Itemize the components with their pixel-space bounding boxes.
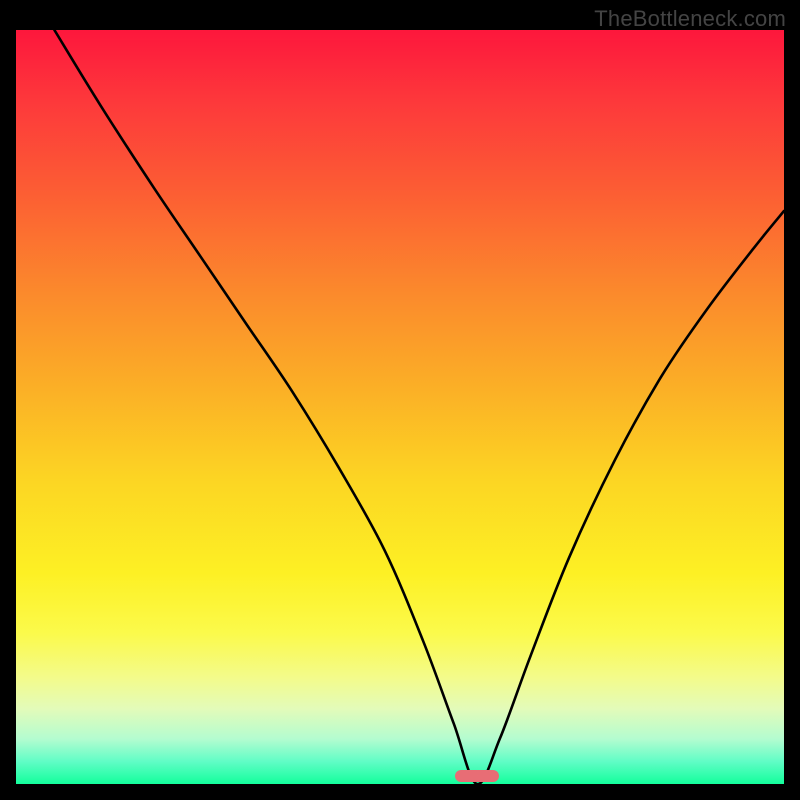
plot-area [16,30,784,784]
curve-path [54,30,784,784]
bottleneck-curve [16,30,784,784]
chart-frame: TheBottleneck.com [0,0,800,800]
optimum-marker [455,770,499,782]
watermark-text: TheBottleneck.com [594,6,786,32]
